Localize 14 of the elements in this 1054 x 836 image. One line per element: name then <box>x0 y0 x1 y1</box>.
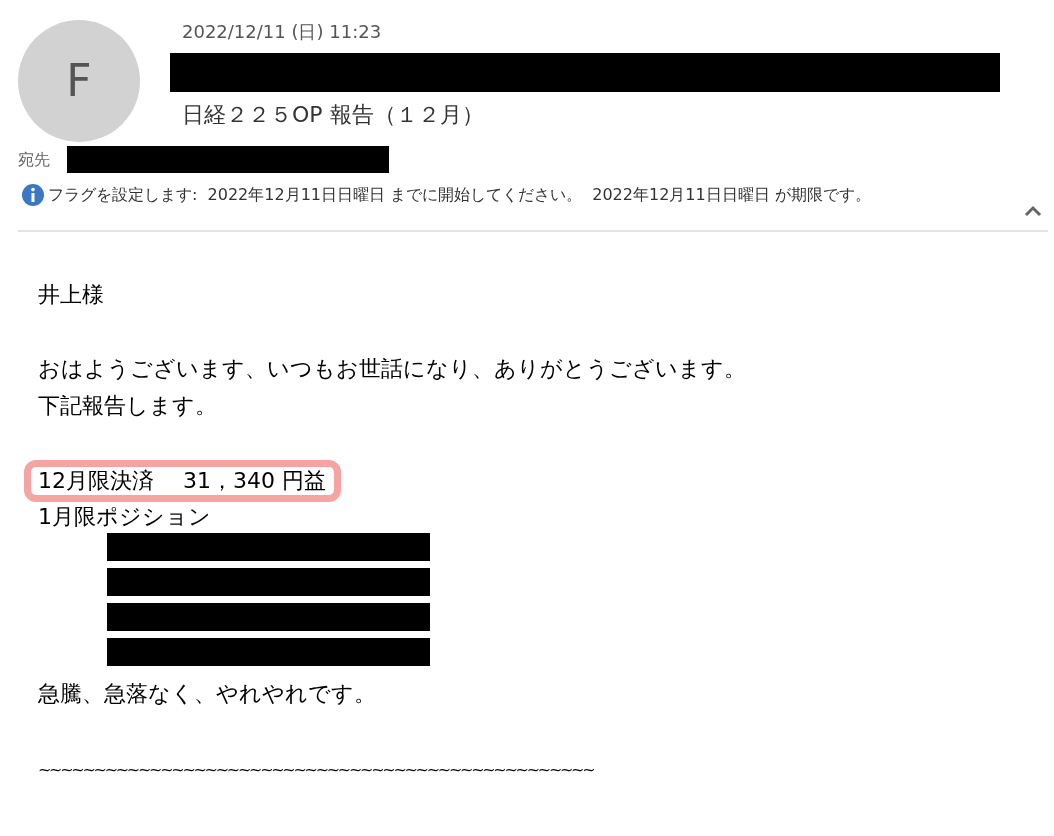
body-text: 急騰、急落なく、やれやれです。 <box>38 681 376 706</box>
subject-text: 日経２２５OP 報告（１２月） <box>182 101 485 129</box>
body-text: 下記報告します。 <box>38 393 217 418</box>
avatar: F <box>18 20 140 142</box>
highlighted-text: 12月限決済 31，340 円益 <box>24 460 341 502</box>
collapse-chevron-icon[interactable] <box>1024 205 1042 217</box>
recipient-label: 宛先 <box>18 148 50 171</box>
body-text: おはようございます、いつもお世話になり、ありがとうございます。 <box>38 356 746 381</box>
flag-notice: フラグを設定します: 2022年12月11日日曜日 までに開始してください。 2022年12月11日日曜日 が期限です。 <box>48 184 871 206</box>
date-text: 2022/12/11 (日) 11:23 <box>182 20 383 44</box>
tilde-line: ~~~~~~~~~~~~~~~~~~~~~~~~~~~~~~~~~~~~~~~~~~~~~~~~~~ <box>38 760 594 779</box>
body-text: 1月限ポジション <box>38 504 211 529</box>
body-text: 井上様 <box>38 282 104 307</box>
info-icon <box>22 184 44 206</box>
